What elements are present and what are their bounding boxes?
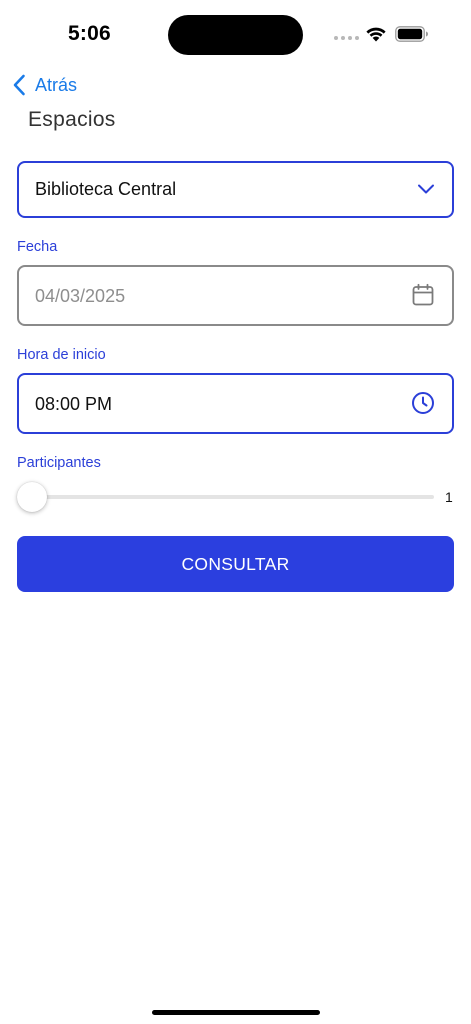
date-label: Fecha xyxy=(17,239,58,255)
participants-slider-thumb[interactable] xyxy=(17,482,47,512)
space-select-value: Biblioteca Central xyxy=(35,179,177,199)
home-indicator xyxy=(152,1010,320,1015)
cellular-signal-icon xyxy=(334,36,359,40)
chevron-down-icon xyxy=(418,184,434,194)
status-bar: 5:06 xyxy=(0,0,471,60)
chevron-left-icon xyxy=(13,74,25,96)
start-time-label: Hora de inicio xyxy=(17,347,106,363)
space-select[interactable]: Biblioteca Central xyxy=(17,161,454,218)
back-button[interactable]: Atrás xyxy=(12,72,77,98)
back-button-label: Atrás xyxy=(35,74,78,95)
start-time-field[interactable]: 08:00 PM xyxy=(17,373,454,434)
battery-icon xyxy=(395,26,428,42)
participants-value: 1 xyxy=(445,489,453,505)
participants-label: Participantes xyxy=(17,455,101,471)
consult-button[interactable]: CONSULTAR xyxy=(17,536,454,592)
participants-slider-track[interactable] xyxy=(32,495,434,499)
date-field-value: 04/03/2025 xyxy=(35,286,126,306)
calendar-icon[interactable] xyxy=(411,283,435,307)
clock-icon[interactable] xyxy=(411,391,435,415)
start-time-field-value: 08:00 PM xyxy=(35,394,113,414)
dynamic-island xyxy=(168,15,303,55)
status-time: 5:06 xyxy=(68,22,111,45)
date-field[interactable]: 04/03/2025 xyxy=(17,265,454,326)
page-title: Espacios xyxy=(28,108,116,131)
wifi-icon xyxy=(366,27,386,42)
